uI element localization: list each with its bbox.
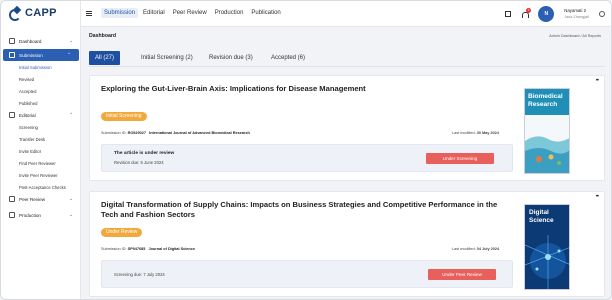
sidebar-item-invite-editor[interactable]: Invite Editor: [1, 145, 81, 157]
journal-cover-title: Digital Science: [529, 209, 554, 224]
document-icon: [9, 52, 15, 58]
avatar[interactable]: N: [538, 6, 555, 22]
app-window: CAPP Dashboard ⌄ Submission ⌃ Initial Su…: [0, 0, 612, 300]
dashboard-icon: [9, 38, 15, 44]
submission-meta: Submission ID: RO929027 International Jo…: [101, 131, 250, 135]
review-icon: [9, 196, 15, 202]
gear-icon[interactable]: [599, 11, 605, 17]
sidebar-item-label: Editorial: [19, 112, 36, 118]
submission-card[interactable]: •• Digital Transformation of Supply Chai…: [89, 191, 605, 297]
tab-production[interactable]: Production: [212, 8, 247, 18]
submission-meta: Submission ID: SP947685 Journal of Digit…: [101, 247, 195, 251]
more-icon[interactable]: ••: [596, 78, 599, 84]
chevron-up-icon: ⌃: [69, 112, 73, 117]
last-modified-date: 04 July 2024: [476, 247, 500, 251]
journal-cover[interactable]: Digital Science: [524, 204, 570, 290]
submission-id-label: Submission ID:: [101, 131, 127, 135]
top-tabs: Submission Editorial Peer Review Product…: [101, 8, 284, 18]
logo-text: CAPP: [25, 7, 57, 19]
sidebar-item-invite-peer-reviewer[interactable]: Invite Peer Reviewer: [1, 169, 81, 181]
page-title: Dashboard: [89, 33, 117, 39]
filter-tab-revision-due[interactable]: Revision due (3): [209, 51, 253, 65]
sidebar-item-label: Dashboard: [19, 38, 42, 44]
status-action-button[interactable]: Under Peer Review: [428, 269, 496, 280]
top-right-controls: 1 N Nayamati 2 Jasa Zhangjati: [505, 5, 605, 23]
chevron-up-icon: ⌃: [67, 52, 71, 57]
chevron-down-icon: ⌄: [69, 212, 73, 217]
sidebar-item-peer-review[interactable]: Peer Review ⌄: [1, 193, 81, 205]
tab-publication[interactable]: Publication: [248, 8, 283, 18]
sidebar-item-label: Peer Review: [19, 196, 46, 202]
journal-name: Journal of Digital Science: [148, 247, 195, 251]
chevron-down-icon: ⌄: [69, 196, 73, 201]
journal-cover[interactable]: Biomedical Research: [524, 88, 570, 174]
status-action-button[interactable]: Under Screening: [426, 153, 494, 164]
filter-tab-all[interactable]: All (27): [89, 51, 121, 65]
last-modified-label: Last modified:: [452, 131, 476, 135]
sidebar-item-production[interactable]: Production ⌄: [1, 209, 81, 221]
last-modified: Last modified: 04 July 2024: [452, 247, 499, 251]
sidebar-item-post-acceptance-checks[interactable]: Post-Acceptance Checks: [1, 181, 81, 193]
sidebar: CAPP Dashboard ⌄ Submission ⌃ Initial Su…: [1, 1, 81, 299]
submission-id: SP947685: [127, 247, 146, 251]
filter-tab-accepted[interactable]: Accepted (6): [271, 51, 305, 65]
sidebar-item-submission[interactable]: Submission ⌃: [3, 49, 79, 61]
status-panel: The article is under review Revision due…: [101, 144, 513, 172]
last-modified-date: 30 May 2024: [476, 131, 499, 135]
sidebar-nav: Dashboard ⌄ Submission ⌃ Initial Submiss…: [1, 35, 81, 221]
user-info[interactable]: Nayamati 2 Jasa Zhangjati: [564, 8, 589, 20]
user-role: Jasa Zhangjati: [564, 15, 589, 19]
sidebar-item-label: Submission: [19, 52, 43, 58]
last-modified-label: Last modified:: [452, 247, 476, 251]
sidebar-item-initial-submission[interactable]: Initial Submission: [1, 61, 81, 73]
main-content: Dashboard Admin Dashboard / All Reports …: [89, 27, 605, 299]
filter-tabs: All (27) Initial Screening (2) Revision …: [89, 51, 605, 67]
fullscreen-icon[interactable]: [505, 11, 512, 17]
bell-icon[interactable]: 1: [521, 7, 532, 18]
logo-icon: [9, 7, 23, 21]
status-line: The article is under review: [114, 151, 175, 156]
notification-badge: 1: [526, 7, 532, 13]
sidebar-item-published[interactable]: Published: [1, 97, 81, 109]
sidebar-item-dashboard[interactable]: Dashboard ⌄: [1, 35, 81, 47]
status-detail: Revision due: 5 June 2024: [114, 160, 164, 165]
sidebar-item-screening[interactable]: Screening: [1, 121, 81, 133]
menu-icon[interactable]: [86, 11, 92, 16]
journal-name: International Journal of Advanced Biomed…: [149, 131, 250, 135]
edit-icon: [9, 112, 15, 118]
sidebar-item-accepted[interactable]: Accepted: [1, 85, 81, 97]
tab-peer-review[interactable]: Peer Review: [170, 8, 210, 18]
sidebar-item-transfer-desk[interactable]: Transfer Desk: [1, 133, 81, 145]
submission-id: RO929027: [127, 131, 146, 135]
breadcrumb[interactable]: Admin Dashboard / All Reports: [537, 34, 601, 39]
last-modified: Last modified: 30 May 2024: [452, 131, 499, 135]
card-title[interactable]: Exploring the Gut-Liver-Brain Axis: Impl…: [101, 84, 501, 94]
card-title[interactable]: Digital Transformation of Supply Chains:…: [101, 200, 511, 220]
sidebar-item-label: Production: [19, 212, 41, 218]
status-detail: Screening due: 7 July 2024: [114, 272, 165, 277]
logo[interactable]: CAPP: [9, 6, 57, 21]
submission-card[interactable]: •• Exploring the Gut-Liver-Brain Axis: I…: [89, 75, 605, 181]
tab-submission[interactable]: Submission: [101, 8, 139, 18]
sidebar-item-revised[interactable]: Revised: [1, 73, 81, 85]
sidebar-item-find-peer-reviewer[interactable]: Find Peer Reviewer: [1, 157, 81, 169]
sidebar-item-editorial[interactable]: Editorial ⌃: [1, 109, 81, 121]
status-badge: Under Review: [101, 228, 143, 237]
status-panel: Screening due: 7 July 2024 Under Peer Re…: [101, 260, 513, 288]
filter-tab-initial-screening[interactable]: Initial Screening (2): [141, 51, 193, 65]
submission-id-label: Submission ID:: [101, 247, 127, 251]
top-bar: Submission Editorial Peer Review Product…: [81, 1, 611, 27]
more-icon[interactable]: ••: [596, 194, 599, 200]
production-icon: [9, 212, 15, 218]
status-badge: Initial Screening: [101, 112, 147, 121]
chevron-down-icon: ⌄: [69, 38, 73, 43]
journal-cover-title: Biomedical Research: [528, 93, 563, 108]
tab-editorial[interactable]: Editorial: [140, 8, 168, 18]
